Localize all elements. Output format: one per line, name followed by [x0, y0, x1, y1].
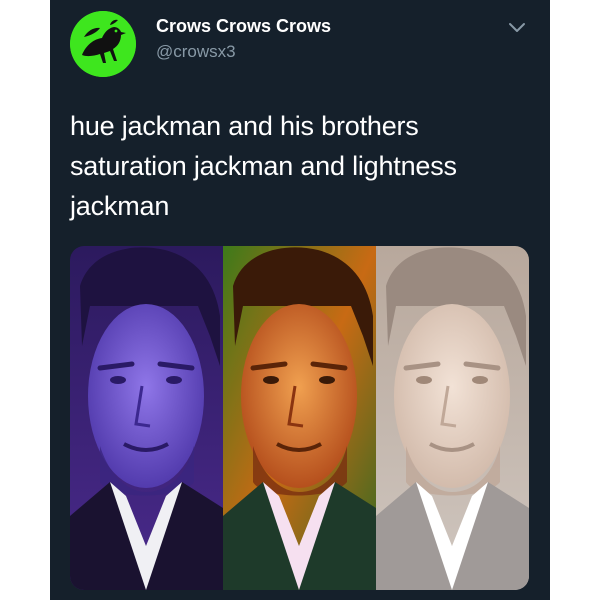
- saturation-jackman-photo[interactable]: [223, 246, 376, 590]
- tweet-media[interactable]: [70, 246, 529, 590]
- tweet-text: hue jackman and his brothers saturation …: [70, 111, 457, 221]
- user-handle[interactable]: @crowsx3: [156, 42, 236, 62]
- chevron-down-icon[interactable]: [506, 20, 528, 36]
- display-name[interactable]: Crows Crows Crows: [156, 15, 331, 37]
- avatar[interactable]: [70, 11, 136, 77]
- crow-silhouette-icon: [70, 11, 136, 77]
- hue-jackman-photo[interactable]: [70, 246, 223, 590]
- lightness-jackman-photo[interactable]: [376, 246, 529, 590]
- tweet-card[interactable]: Crows Crows Crows @crowsx3 hue jackman a…: [50, 0, 550, 600]
